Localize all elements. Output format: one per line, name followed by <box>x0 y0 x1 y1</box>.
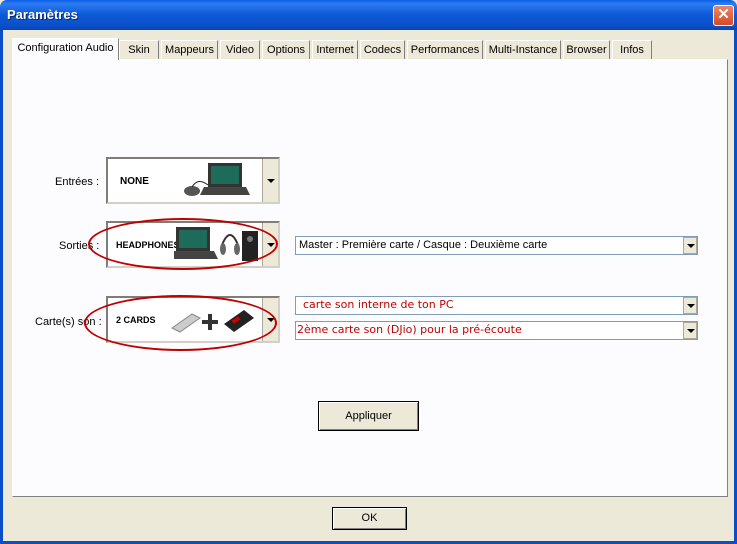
window-title: Paramètres <box>7 7 78 22</box>
title-bar: Paramètres ✕ <box>0 0 737 30</box>
close-button[interactable]: ✕ <box>713 5 734 26</box>
outputs-annotation-ellipse <box>88 218 278 270</box>
inputs-image: NONE <box>108 159 263 202</box>
tab-video[interactable]: Video <box>220 40 260 59</box>
window-border-left <box>0 30 3 544</box>
cards-annotation-ellipse <box>84 295 277 351</box>
tab-label: Codecs <box>363 44 402 56</box>
tab-internet[interactable]: Internet <box>312 40 358 59</box>
close-icon: ✕ <box>717 6 730 23</box>
tab-options[interactable]: Options <box>262 40 310 59</box>
tab-label: Infos <box>620 44 644 56</box>
card1-value: carte son interne de ton PC <box>303 298 454 311</box>
tab-label: Video <box>226 44 254 56</box>
inputs-label: Entrées : <box>55 176 100 188</box>
tab-label: Internet <box>316 44 354 56</box>
inputs-image-text: NONE <box>120 176 149 187</box>
chevron-down-icon <box>267 178 275 183</box>
outputs-routing-dropdown-button[interactable] <box>683 237 697 254</box>
laptop-mouse-icon <box>184 163 250 196</box>
tab-label: Options <box>267 44 305 56</box>
card1-select[interactable]: carte son interne de ton PC <box>295 296 698 315</box>
tab-label: Skin <box>128 44 150 56</box>
tab-codecs[interactable]: Codecs <box>360 40 405 59</box>
apply-button[interactable]: Appliquer <box>318 401 419 431</box>
chevron-down-icon <box>687 243 695 248</box>
outputs-routing-value: Master : Première carte / Casque : Deuxi… <box>299 239 548 251</box>
card2-value: 2ème carte son (DJio) pour la pré-écoute <box>297 323 522 336</box>
tab-multi-instance[interactable]: Multi-Instance <box>485 40 561 59</box>
tab-skin[interactable]: Skin <box>119 40 159 59</box>
card1-dropdown-button[interactable] <box>683 297 697 314</box>
inputs-image-dropdown[interactable]: NONE <box>106 157 280 204</box>
tab-mappeurs[interactable]: Mappeurs <box>161 40 218 59</box>
tab-configuration-audio[interactable]: Configuration Audio <box>12 38 119 60</box>
tab-label: Configuration Audio <box>17 42 114 54</box>
tab-label: Mappeurs <box>165 44 214 56</box>
tab-panel-audio <box>12 59 728 497</box>
card2-dropdown-button[interactable] <box>683 322 697 339</box>
card2-select[interactable]: 2ème carte son (DJio) pour la pré-écoute <box>295 321 698 340</box>
tab-performances[interactable]: Performances <box>407 40 483 59</box>
tab-label: Performances <box>410 44 480 56</box>
tab-label: Multi-Instance <box>488 44 558 56</box>
tab-infos[interactable]: Infos <box>612 40 652 59</box>
outputs-routing-select[interactable]: Master : Première carte / Casque : Deuxi… <box>295 236 698 255</box>
tab-browser[interactable]: Browser <box>563 40 610 59</box>
chevron-down-icon <box>687 303 695 308</box>
ok-button[interactable]: OK <box>332 507 407 530</box>
chevron-down-icon <box>687 328 695 333</box>
inputs-dropdown-button[interactable] <box>262 159 278 202</box>
tab-label: Browser <box>566 44 607 56</box>
